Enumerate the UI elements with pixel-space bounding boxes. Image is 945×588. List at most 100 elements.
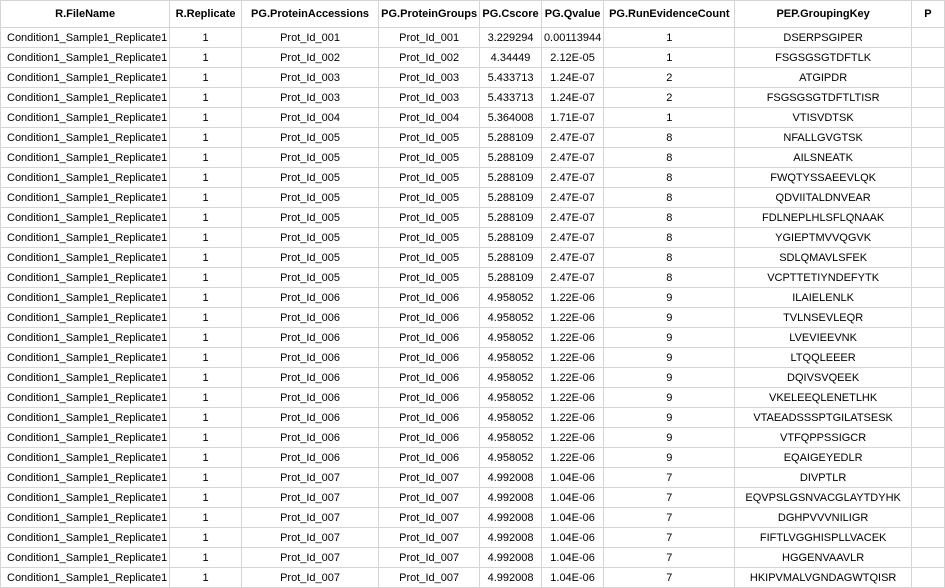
table-cell[interactable] — [910, 207, 945, 228]
table-cell[interactable]: Prot_Id_007 — [240, 567, 380, 588]
table-cell[interactable]: Condition1_Sample1_Replicate1 — [0, 287, 171, 308]
column-header[interactable]: P — [910, 0, 945, 28]
table-cell[interactable]: Prot_Id_007 — [240, 527, 380, 548]
table-cell[interactable]: Prot_Id_005 — [378, 147, 481, 168]
table-cell[interactable]: Condition1_Sample1_Replicate1 — [0, 167, 171, 188]
column-header[interactable]: PG.ProteinGroups — [378, 0, 481, 28]
table-cell[interactable]: Prot_Id_006 — [240, 307, 380, 328]
table-cell[interactable]: 4.992008 — [479, 487, 542, 508]
table-cell[interactable]: 1 — [169, 207, 242, 228]
table-cell[interactable]: 4.958052 — [479, 307, 542, 328]
table-cell[interactable]: Condition1_Sample1_Replicate1 — [0, 267, 171, 288]
table-cell[interactable]: 9 — [603, 287, 736, 308]
table-cell[interactable]: FSGSGSGTDFTLTISR — [734, 87, 912, 108]
table-cell[interactable]: 5.433713 — [479, 67, 542, 88]
table-cell[interactable]: 8 — [603, 247, 736, 268]
table-cell[interactable]: 4.992008 — [479, 507, 542, 528]
table-cell[interactable]: YGIEPTMVVQGVK — [734, 227, 912, 248]
table-cell[interactable]: 1 — [169, 467, 242, 488]
table-cell[interactable]: Prot_Id_005 — [378, 167, 481, 188]
table-cell[interactable]: 3.229294 — [479, 27, 542, 48]
table-cell[interactable]: Prot_Id_006 — [378, 287, 481, 308]
table-cell[interactable]: 2.47E-07 — [540, 207, 605, 228]
table-cell[interactable] — [910, 487, 945, 508]
table-cell[interactable]: 1 — [169, 507, 242, 528]
table-cell[interactable]: 1 — [169, 367, 242, 388]
table-cell[interactable]: Condition1_Sample1_Replicate1 — [0, 307, 171, 328]
table-cell[interactable]: Condition1_Sample1_Replicate1 — [0, 467, 171, 488]
table-cell[interactable]: 1.22E-06 — [540, 407, 605, 428]
table-cell[interactable]: Prot_Id_007 — [240, 507, 380, 528]
table-cell[interactable]: 7 — [603, 527, 736, 548]
table-cell[interactable]: 4.34449 — [479, 47, 542, 68]
table-cell[interactable]: 1 — [169, 407, 242, 428]
column-header[interactable]: PEP.GroupingKey — [734, 0, 912, 28]
table-cell[interactable] — [910, 307, 945, 328]
table-cell[interactable] — [910, 127, 945, 148]
table-cell[interactable]: EQAIGEYEDLR — [734, 447, 912, 468]
table-cell[interactable]: 9 — [603, 447, 736, 468]
table-cell[interactable]: 1 — [603, 47, 736, 68]
table-cell[interactable]: Prot_Id_006 — [378, 347, 481, 368]
table-cell[interactable]: 1 — [169, 427, 242, 448]
table-cell[interactable] — [910, 367, 945, 388]
table-cell[interactable]: 1.22E-06 — [540, 307, 605, 328]
table-cell[interactable]: Prot_Id_002 — [378, 47, 481, 68]
table-cell[interactable]: 1.22E-06 — [540, 387, 605, 408]
table-cell[interactable]: Prot_Id_003 — [240, 87, 380, 108]
table-cell[interactable]: 5.288109 — [479, 207, 542, 228]
table-cell[interactable]: Prot_Id_005 — [240, 227, 380, 248]
table-cell[interactable]: Condition1_Sample1_Replicate1 — [0, 327, 171, 348]
table-cell[interactable]: FDLNEPLHLSFLQNAAK — [734, 207, 912, 228]
table-cell[interactable]: 1 — [169, 387, 242, 408]
table-cell[interactable] — [910, 407, 945, 428]
table-cell[interactable]: Prot_Id_005 — [378, 187, 481, 208]
table-cell[interactable]: LTQQLEEER — [734, 347, 912, 368]
table-cell[interactable]: 1 — [169, 67, 242, 88]
table-cell[interactable]: 5.433713 — [479, 87, 542, 108]
table-cell[interactable]: Prot_Id_005 — [378, 227, 481, 248]
table-cell[interactable]: NFALLGVGTSK — [734, 127, 912, 148]
table-cell[interactable]: DSERPSGIPER — [734, 27, 912, 48]
table-cell[interactable]: 8 — [603, 207, 736, 228]
table-cell[interactable]: Prot_Id_006 — [378, 407, 481, 428]
table-cell[interactable]: Prot_Id_007 — [378, 527, 481, 548]
table-cell[interactable] — [910, 267, 945, 288]
table-cell[interactable]: Condition1_Sample1_Replicate1 — [0, 507, 171, 528]
table-cell[interactable]: 9 — [603, 387, 736, 408]
table-cell[interactable]: Prot_Id_007 — [240, 487, 380, 508]
table-cell[interactable]: VTISVDTSK — [734, 107, 912, 128]
table-cell[interactable]: Prot_Id_001 — [240, 27, 380, 48]
table-cell[interactable]: Prot_Id_003 — [378, 67, 481, 88]
table-cell[interactable]: Condition1_Sample1_Replicate1 — [0, 47, 171, 68]
table-cell[interactable]: Condition1_Sample1_Replicate1 — [0, 407, 171, 428]
table-cell[interactable] — [910, 287, 945, 308]
table-cell[interactable]: VKELEEQLENETLHK — [734, 387, 912, 408]
table-cell[interactable]: 9 — [603, 427, 736, 448]
table-cell[interactable]: 5.288109 — [479, 187, 542, 208]
table-cell[interactable]: 4.992008 — [479, 467, 542, 488]
table-cell[interactable]: Condition1_Sample1_Replicate1 — [0, 347, 171, 368]
table-cell[interactable]: 1 — [169, 247, 242, 268]
table-cell[interactable]: Condition1_Sample1_Replicate1 — [0, 567, 171, 588]
table-cell[interactable]: ATGIPDR — [734, 67, 912, 88]
table-cell[interactable]: 8 — [603, 127, 736, 148]
table-cell[interactable]: Prot_Id_006 — [240, 407, 380, 428]
table-cell[interactable]: 5.288109 — [479, 167, 542, 188]
table-cell[interactable]: 0.00113944 — [540, 27, 605, 48]
table-cell[interactable]: 1 — [169, 147, 242, 168]
table-cell[interactable]: Prot_Id_003 — [240, 67, 380, 88]
table-cell[interactable]: Prot_Id_005 — [240, 167, 380, 188]
table-cell[interactable]: 4.992008 — [479, 527, 542, 548]
table-cell[interactable]: Prot_Id_005 — [240, 267, 380, 288]
table-cell[interactable]: 1.22E-06 — [540, 447, 605, 468]
table-cell[interactable] — [910, 527, 945, 548]
table-cell[interactable]: Prot_Id_006 — [240, 367, 380, 388]
table-cell[interactable]: 1 — [169, 227, 242, 248]
table-cell[interactable]: 9 — [603, 307, 736, 328]
table-cell[interactable]: Prot_Id_006 — [240, 427, 380, 448]
table-cell[interactable]: Condition1_Sample1_Replicate1 — [0, 27, 171, 48]
table-cell[interactable]: 1.04E-06 — [540, 487, 605, 508]
table-cell[interactable]: 1 — [169, 567, 242, 588]
table-cell[interactable]: LVEVIEEVNK — [734, 327, 912, 348]
